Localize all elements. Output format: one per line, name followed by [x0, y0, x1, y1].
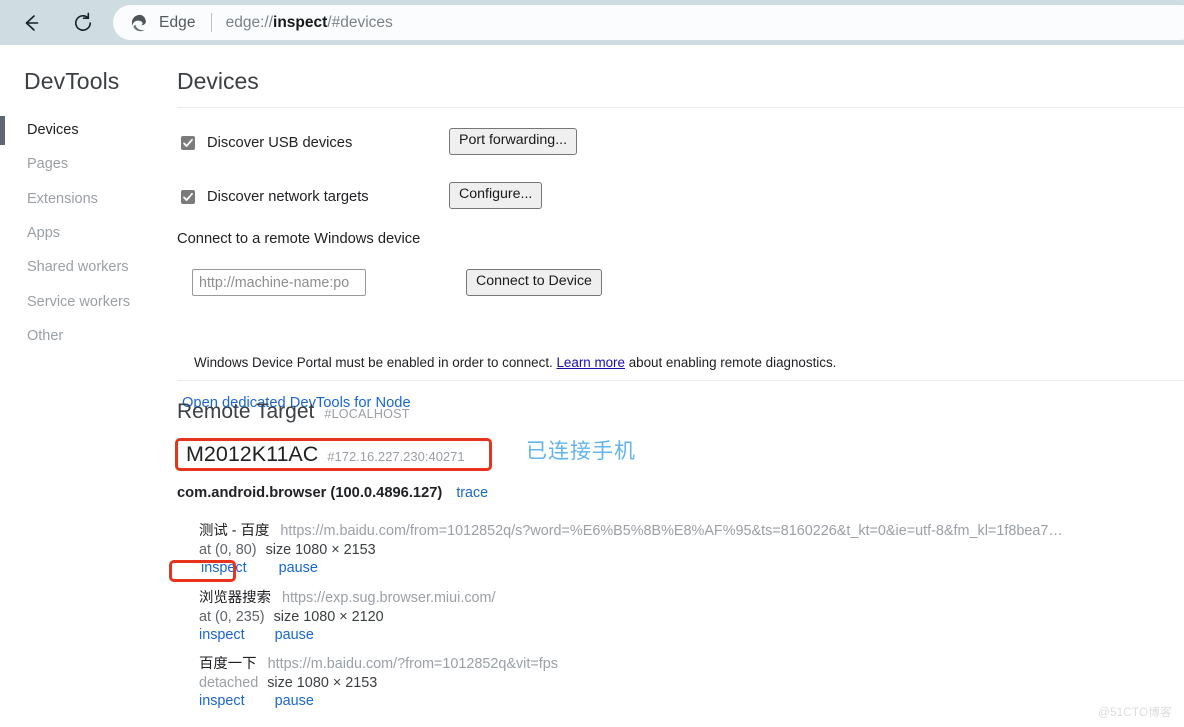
target-url: https://exp.sug.browser.miui.com/ — [281, 589, 496, 606]
discover-network-label: Discover network targets — [207, 189, 369, 205]
inspect-link[interactable]: inspect — [199, 693, 245, 709]
configure-button[interactable]: Configure... — [449, 182, 543, 209]
device-name: M2012K11AC — [186, 442, 319, 466]
divider-remote-target — [177, 380, 1184, 381]
sidebar-item-pages[interactable]: Pages — [0, 147, 177, 181]
omnibox-separator — [210, 13, 212, 32]
machine-name-input[interactable] — [192, 269, 366, 296]
sidebar-item-label: Other — [27, 327, 64, 344]
sidebar-item-label: Devices — [27, 122, 79, 139]
pause-link[interactable]: pause — [279, 560, 318, 576]
watermark: @51CTO博客 — [1098, 707, 1172, 719]
url-text: edge://inspect/#devices — [226, 14, 393, 32]
browser-toolbar: Edge edge://inspect/#devices ∧ — [0, 0, 1184, 45]
sidebar-item-label: Apps — [27, 225, 61, 242]
note-text-after: about enabling remote diagnostics. — [624, 355, 837, 370]
back-icon[interactable] — [16, 8, 46, 38]
discover-usb-row: Discover USB devices — [177, 130, 352, 156]
sidebar-item-extensions[interactable]: Extensions — [0, 182, 177, 216]
target-meta-row: at (0, 235) size 1080 × 2120 — [199, 609, 1184, 625]
brand-label: Edge — [159, 13, 196, 31]
discover-network-row: Discover network targets — [177, 184, 369, 210]
target-state: at (0, 235) — [199, 608, 265, 625]
target-actions-row: inspect pause — [199, 693, 1184, 709]
sidebar-item-label: Service workers — [27, 293, 131, 310]
discover-usb-label: Discover USB devices — [207, 135, 353, 151]
learn-more-link[interactable]: Learn more — [556, 355, 624, 370]
target-meta-row: at (0, 80) size 1080 × 2153 — [199, 542, 1184, 558]
page-title: Devices — [177, 68, 259, 94]
target-state: at (0, 80) — [199, 542, 257, 558]
target-state: detached — [199, 675, 259, 691]
edge-logo-icon — [131, 14, 146, 31]
url-host: inspect — [273, 13, 328, 31]
list-item: 百度一下 https://m.baidu.com/?from=1012852q&… — [199, 652, 1184, 709]
connect-to-device-button[interactable]: Connect to Device — [466, 269, 602, 296]
reload-icon[interactable] — [68, 8, 98, 38]
target-size: size 1080 × 2120 — [273, 608, 384, 625]
package-row: com.android.browser (100.0.4896.127) tra… — [177, 485, 488, 501]
sidebar-item-label: Extensions — [27, 190, 98, 207]
list-item: 浏览器搜索 https://exp.sug.browser.miui.com/ … — [199, 586, 1184, 643]
pause-link[interactable]: pause — [275, 627, 314, 643]
url-scheme: edge:// — [225, 13, 274, 31]
target-actions-row: inspect pause — [199, 627, 1184, 643]
sidebar-item-devices[interactable]: Devices — [0, 113, 177, 147]
target-actions-row: inspect pause — [199, 560, 1184, 576]
target-title-row: 浏览器搜索 https://exp.sug.browser.miui.com/ — [199, 586, 1156, 607]
target-title: 百度一下 — [199, 656, 257, 672]
sidebar-item-shared-workers[interactable]: Shared workers — [0, 250, 177, 284]
check-icon — [183, 192, 193, 201]
target-title: 浏览器搜索 — [199, 589, 271, 606]
sidebar-nav: Devices Pages Extensions Apps Shared wor… — [0, 113, 177, 353]
port-forwarding-button[interactable]: Port forwarding... — [449, 128, 578, 155]
target-size: size 1080 × 2153 — [265, 542, 376, 558]
target-list: 测试 - 百度 https://m.baidu.com/from=1012852… — [199, 519, 1184, 719]
remote-target-title: Remote Target — [177, 400, 315, 423]
target-title: 测试 - 百度 — [199, 523, 270, 539]
discover-network-checkbox[interactable] — [181, 190, 195, 204]
sidebar-item-apps[interactable]: Apps — [0, 216, 177, 250]
divider-top — [177, 107, 1184, 108]
target-size: size 1080 × 2153 — [267, 675, 378, 691]
inspect-page: DevTools Devices Pages Extensions Apps S… — [0, 45, 1184, 727]
note-text-before: Windows Device Portal must be enabled in… — [194, 355, 557, 370]
check-icon — [183, 138, 193, 147]
trace-link[interactable]: trace — [456, 485, 488, 501]
target-meta-row: detached size 1080 × 2153 — [199, 675, 1184, 691]
device-address: #172.16.227.230:40271 — [327, 449, 465, 464]
list-item: 测试 - 百度 https://m.baidu.com/from=1012852… — [199, 519, 1184, 576]
target-title-row: 测试 - 百度 https://m.baidu.com/from=1012852… — [199, 519, 1156, 540]
remote-windows-label: Connect to a remote Windows device — [177, 231, 421, 247]
devices-panel: Devices Discover USB devices Port forwar… — [177, 45, 1184, 727]
sidebar-item-label: Shared workers — [27, 259, 129, 276]
inspect-link[interactable]: inspect — [199, 627, 245, 643]
target-title-row: 百度一下 https://m.baidu.com/?from=1012852q&… — [199, 652, 1156, 673]
sidebar-item-service-workers[interactable]: Service workers — [0, 284, 177, 318]
device-portal-note: Windows Device Portal must be enabled in… — [194, 355, 836, 370]
pause-link[interactable]: pause — [275, 693, 314, 709]
remote-target-header: Remote Target #LOCALHOST — [177, 400, 410, 424]
address-bar[interactable]: Edge edge://inspect/#devices ∧ — [113, 5, 1184, 40]
target-url: https://m.baidu.com/from=1012852q/s?word… — [280, 523, 1063, 539]
discover-usb-checkbox[interactable] — [181, 136, 195, 150]
annotation-text-connected: 已连接手机 — [526, 440, 636, 463]
remote-target-host: #LOCALHOST — [324, 407, 410, 421]
sidebar-item-other[interactable]: Other — [0, 319, 177, 353]
target-url: https://m.baidu.com/?from=1012852q&vit=f… — [267, 656, 558, 672]
package-name: com.android.browser (100.0.4896.127) — [177, 485, 443, 501]
inspect-link[interactable]: inspect — [199, 560, 249, 576]
device-header: M2012K11AC #172.16.227.230:40271 — [180, 438, 474, 473]
sidebar-item-label: Pages — [27, 156, 69, 173]
sidebar: DevTools Devices Pages Extensions Apps S… — [0, 45, 177, 727]
url-path: /#devices — [327, 13, 393, 31]
devtools-brand: DevTools — [24, 68, 120, 94]
